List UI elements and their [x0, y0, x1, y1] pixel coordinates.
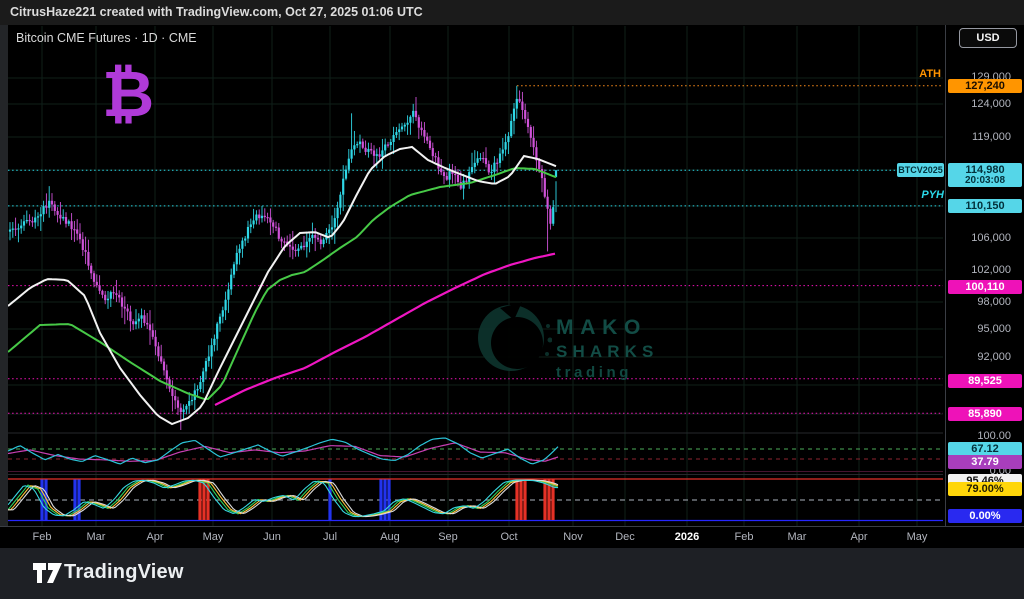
attribution-text: CitrusHaze221 created with TradingView.c… [10, 0, 423, 25]
footer-bar: TradingView [0, 548, 1024, 599]
watermark-text: MAKO SHARKS trading [556, 316, 658, 381]
level-85890-badge: 85,890 [948, 407, 1022, 421]
price-tick: 102,000 [971, 264, 1011, 276]
pyh-price-badge: 110,150 [948, 199, 1022, 213]
bitcoin-logo-icon: ₿ [102, 62, 154, 126]
tradingview-screenshot: { "top_bar": {"attribution": "CitrusHaze… [0, 0, 1024, 599]
ath-price-badge: 127,240 [948, 79, 1022, 93]
time-axis-label: 2026 [675, 531, 699, 543]
time-axis-label: Oct [500, 531, 517, 543]
time-axis-label: Aug [380, 531, 400, 543]
tradingview-brand[interactable]: TradingView [64, 561, 184, 584]
price-tick: 124,000 [971, 98, 1011, 110]
watermark-line3: trading [556, 364, 658, 381]
watermark-line2: SHARKS [556, 342, 658, 362]
attribution-bar: CitrusHaze221 created with TradingView.c… [0, 0, 1024, 25]
time-axis-label: Mar [87, 531, 106, 543]
time-axis-label: Mar [788, 531, 807, 543]
shark-logo-icon [470, 296, 552, 380]
symbol-title[interactable]: Bitcoin CME Futures · 1D · CME [16, 31, 197, 45]
price-tick: 92,000 [977, 351, 1011, 363]
time-axis-label: Nov [563, 531, 583, 543]
left-margin-strip [0, 25, 8, 548]
level-100110-badge: 100,110 [948, 280, 1022, 294]
currency-button[interactable]: USD [959, 28, 1017, 48]
time-axis-label: Apr [850, 531, 867, 543]
price-tick: 100.00 [977, 430, 1011, 442]
level-89525-badge: 89,525 [948, 374, 1022, 388]
time-axis[interactable]: Feb Mar Apr May Jun Jul Aug Sep Oct Nov Dec 2026 Feb… [0, 526, 1024, 549]
time-axis-label: Feb [33, 531, 52, 543]
ath-label: ATH [919, 68, 941, 80]
price-scale[interactable]: USD 129,000124,000119,000106,000102,0009… [945, 25, 1024, 526]
time-axis-label: Apr [146, 531, 163, 543]
tradingview-logo-icon[interactable] [33, 563, 63, 585]
time-axis-label: Feb [735, 531, 754, 543]
osc-purple-value-badge: 37.79 [948, 455, 1022, 469]
time-axis-label: Dec [615, 531, 635, 543]
watermark: MAKO SHARKS trading [470, 296, 552, 385]
osc-cyan-value-badge: 67.12 [948, 442, 1022, 456]
osc2-blue-value-badge: 0.00% [948, 509, 1022, 523]
time-axis-label: Jul [323, 531, 337, 543]
osc2-yellow-value-badge: 79.00% [948, 482, 1022, 496]
time-axis-label: May [203, 531, 224, 543]
time-axis-label: Jun [263, 531, 281, 543]
contract-label-badge: BTCV2025 [897, 163, 944, 177]
time-axis-label: Sep [438, 531, 458, 543]
last-price-badge: 114,98020:03:08 [948, 163, 1022, 187]
price-tick: 106,000 [971, 232, 1011, 244]
countdown-timer: 20:03:08 [948, 175, 1022, 186]
time-axis-label: May [907, 531, 928, 543]
price-tick: 119,000 [972, 131, 1011, 143]
watermark-line1: MAKO [556, 316, 658, 340]
price-tick: 98,000 [977, 296, 1011, 308]
pyh-label: PYH [921, 189, 944, 201]
price-tick: 95,000 [977, 323, 1011, 335]
